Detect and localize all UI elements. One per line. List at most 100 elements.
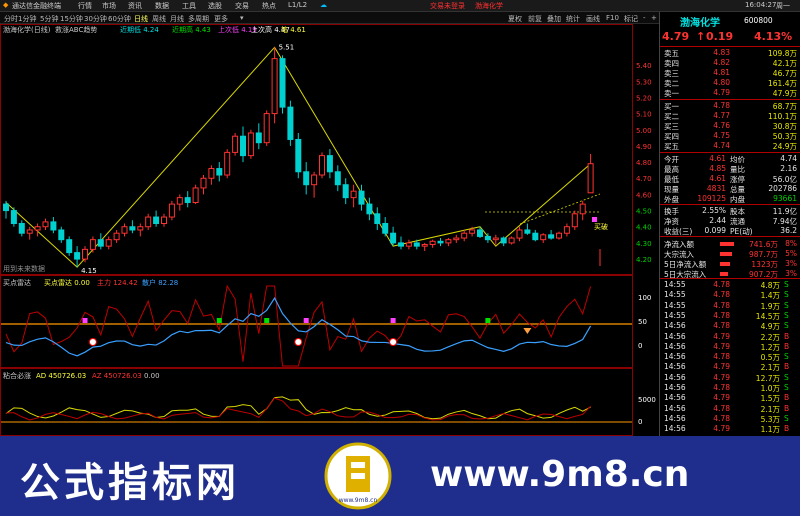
candle-body — [153, 216, 160, 225]
menu-hot[interactable]: 热点 — [262, 1, 276, 11]
flow-bar — [720, 262, 730, 266]
candle-body — [240, 135, 246, 157]
quote-separator — [660, 46, 800, 47]
period-tab-30min[interactable]: 30分钟 — [84, 14, 107, 24]
toolbar-adjust[interactable]: 前复 — [528, 14, 542, 24]
quote-row: 14:56 4.78 0.5万 S — [660, 352, 800, 362]
tick-direction: B — [784, 331, 790, 341]
banner-url: www.9m8.cn — [430, 454, 690, 495]
tick-price: 4.78 — [713, 383, 730, 392]
tick-price: 4.79 — [713, 372, 730, 382]
candle-body — [247, 132, 254, 157]
zoom-in-button[interactable]: + — [651, 14, 657, 22]
period-tab-1min[interactable]: 1分钟 — [18, 14, 36, 24]
candle-body — [342, 184, 349, 199]
candle-body — [74, 252, 81, 260]
flow-bar — [720, 272, 728, 276]
menu-market[interactable]: 市场 — [102, 1, 116, 11]
candle-body — [587, 163, 594, 194]
menu-market-quote[interactable]: 行情 — [78, 1, 92, 11]
candle-body — [89, 239, 96, 250]
chevron-down-icon[interactable]: ▾ — [240, 14, 244, 22]
sub2-indicator-name: 粘合必涨 — [3, 371, 31, 380]
candle-body — [129, 226, 136, 231]
candle-body — [579, 203, 586, 215]
candle-body — [192, 187, 199, 203]
future-data-note: 用到未来数据 — [3, 264, 45, 273]
menu-level[interactable]: L1/L2 — [288, 1, 307, 9]
kline-svg[interactable]: 渤海化学(日线) 救涨ABC趋势 近期低 4.24 近期高 4.43 上次低 4… — [0, 24, 658, 436]
toolbar-stats[interactable]: 统计 — [566, 14, 580, 24]
toolbar-mark[interactable]: 标记 — [624, 14, 638, 24]
tick-price: 4.79 — [713, 424, 730, 434]
quote-row: 外盘 109125 内盘 93661 — [660, 194, 800, 204]
menu-screener[interactable]: 选股 — [208, 1, 222, 11]
tick-time: 14:56 — [664, 362, 686, 372]
zoom-out-button[interactable]: - — [643, 14, 646, 22]
candle-body — [232, 135, 239, 153]
menu-info[interactable]: 资讯 — [128, 1, 142, 11]
period-tab-timeshare[interactable]: 分时 — [4, 14, 18, 24]
period-tab-monthly[interactable]: 月线 — [170, 14, 184, 24]
period-tab-60min[interactable]: 60分钟 — [108, 14, 131, 24]
period-tab-multi[interactable]: 多周期 — [188, 14, 209, 24]
order-price: 4.75 — [713, 131, 730, 140]
chart-area[interactable]: 渤海化学(日线) 救涨ABC趋势 近期低 4.24 近期高 4.43 上次低 4… — [0, 24, 658, 436]
sub1-signal-square — [390, 318, 396, 323]
tick-direction: B — [784, 424, 790, 434]
login-status[interactable]: 交易未登录 — [430, 1, 465, 11]
toolbar-exright[interactable]: 夏权 — [508, 14, 522, 24]
stat-value: 109125 — [697, 194, 726, 203]
stat-value: 202786 — [768, 184, 797, 193]
legend-stroke: 笔 4.61 — [281, 25, 306, 34]
period-tab-daily[interactable]: 日线 — [134, 14, 148, 24]
tick-time: 14:56 — [664, 424, 686, 434]
low-price-marker: 4.15 — [81, 267, 97, 275]
sub1-indicator-name: 买点雷达 — [3, 278, 31, 287]
sub1-signal-square — [303, 318, 309, 323]
tick-time: 14:55 — [664, 300, 686, 310]
tick-price: 4.79 — [713, 341, 730, 351]
candle-body — [326, 155, 333, 173]
candle-body — [366, 203, 373, 215]
quote-row: 14:56 4.79 1.5万 B — [660, 393, 800, 403]
quote-separator — [660, 278, 800, 279]
stat-value: 4.74 — [780, 154, 797, 163]
tick-direction: S — [784, 300, 789, 310]
toolbar-f10[interactable]: F10 — [606, 14, 619, 22]
period-tab-more[interactable]: 更多 — [214, 14, 228, 24]
period-tab-weekly[interactable]: 周线 — [152, 14, 166, 24]
period-tab-5min[interactable]: 5分钟 — [40, 14, 58, 24]
price-axis-label: 4.50 — [636, 208, 652, 216]
candle-body — [453, 237, 460, 241]
price-axis-label: 5.20 — [636, 94, 652, 102]
menu-data[interactable]: 数据 — [155, 1, 169, 11]
candle-body — [271, 58, 278, 115]
candle-body — [105, 239, 112, 247]
period-tab-15min[interactable]: 15分钟 — [60, 14, 83, 24]
candle-body — [469, 229, 476, 234]
candle-body — [563, 226, 570, 234]
title-bar: ◆ 通达信金融终端 行情 市场 资讯 数据 工具 选股 交易 热点 L1/L2 … — [0, 0, 800, 12]
menu-trade[interactable]: 交易 — [235, 1, 249, 11]
candle-body — [263, 113, 270, 144]
order-volume: 24.9万 — [772, 142, 797, 151]
sub1-signal-square — [485, 318, 491, 323]
quote-row: 最低 4.61 涨停 56.0亿 — [660, 174, 800, 184]
tick-time: 14:56 — [664, 383, 686, 392]
sub1-scale-50: 50 — [638, 318, 647, 326]
flow-pct: 8% — [785, 239, 797, 248]
toolbar-overlay[interactable]: 叠加 — [547, 14, 561, 24]
sub2-ad-line — [5, 396, 591, 420]
sub2-scale-0: 0 — [638, 418, 642, 426]
sub1-buy-circle — [294, 338, 303, 346]
toolbar-draw[interactable]: 画线 — [586, 14, 600, 24]
candle-body — [113, 232, 120, 241]
sub2-value-2: AZ 450726.03 — [92, 372, 142, 380]
menu-tools[interactable]: 工具 — [182, 1, 196, 11]
tick-time: 14:55 — [664, 290, 686, 300]
banner-site-name: 公式指标网 — [20, 460, 240, 506]
candle-body — [121, 226, 128, 234]
candle-body — [492, 237, 499, 241]
quote-row: 换手 2.55% 股本 11.9亿 — [660, 206, 800, 216]
